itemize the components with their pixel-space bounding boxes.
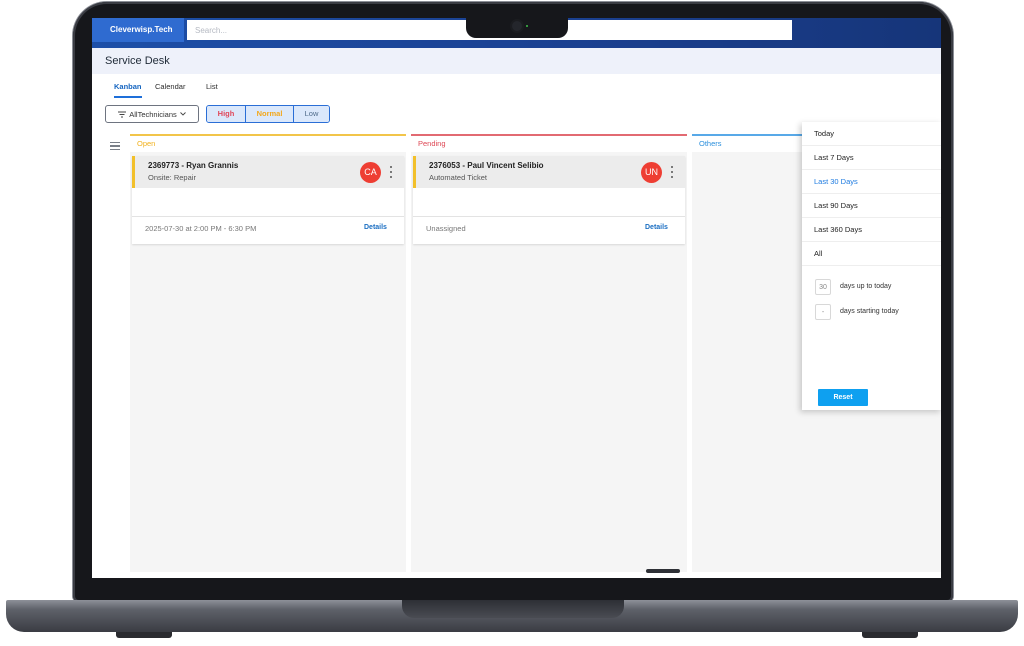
ticket-schedule: 2025-07-30 at 2:00 PM - 6:30 PM xyxy=(145,224,257,233)
camera-led xyxy=(526,25,528,27)
page-title: Service Desk xyxy=(105,55,170,67)
laptop-foot-right xyxy=(862,632,918,638)
ticket-title: 2376053 - Paul Vincent Selibio xyxy=(429,161,544,170)
ticket-card[interactable]: 2376053 - Paul Vincent Selibio Automated… xyxy=(413,156,685,244)
date-option-today[interactable]: Today xyxy=(802,122,941,146)
days-up-to-today-input[interactable]: 30 xyxy=(815,279,831,295)
date-option-last-7-days[interactable]: Last 7 Days xyxy=(802,146,941,170)
date-option-last-30-days[interactable]: Last 30 Days xyxy=(802,170,941,194)
technician-filter-label: AllTechnicians xyxy=(129,109,177,119)
kebab-menu-icon[interactable] xyxy=(390,166,393,178)
column-title: Pending xyxy=(411,134,687,152)
camera-notch xyxy=(466,18,568,38)
brand-logo[interactable]: Cleverwisp.Tech xyxy=(92,18,184,42)
reset-button[interactable]: Reset xyxy=(818,389,868,406)
filter-icon xyxy=(118,111,127,117)
avatar[interactable]: UN xyxy=(641,162,662,183)
card-divider xyxy=(413,216,685,217)
days-starting-today-input[interactable]: - xyxy=(815,304,831,320)
priority-low-button[interactable]: Low xyxy=(294,106,329,122)
avatar[interactable]: CA xyxy=(360,162,381,183)
laptop-base-groove xyxy=(402,600,624,618)
date-option-all[interactable]: All xyxy=(802,242,941,266)
kanban-column-pending: Pending 2376053 - Paul Vincent Selibio A… xyxy=(411,134,687,572)
tab-kanban[interactable]: Kanban xyxy=(114,82,142,98)
chevron-down-icon xyxy=(179,112,186,116)
screen: Cleverwisp.Tech Service Desk Kanban Cale… xyxy=(92,18,941,578)
date-option-last-90-days[interactable]: Last 90 Days xyxy=(802,194,941,218)
days-up-to-today-label: days up to today xyxy=(840,283,892,290)
days-starting-today-label: days starting today xyxy=(840,308,899,315)
date-range-dropdown: Today Last 7 Days Last 30 Days Last 90 D… xyxy=(802,122,941,410)
laptop-foot-left xyxy=(116,632,172,638)
card-divider xyxy=(132,216,404,217)
details-link[interactable]: Details xyxy=(645,224,668,231)
priority-high-button[interactable]: High xyxy=(207,106,246,122)
tab-list[interactable]: List xyxy=(206,82,218,96)
tab-calendar[interactable]: Calendar xyxy=(155,82,185,96)
kanban-column-open: Open 2369773 - Ryan Grannis Onsite: Repa… xyxy=(130,134,406,572)
ticket-card-header: 2369773 - Ryan Grannis Onsite: Repair CA xyxy=(132,156,404,188)
ticket-card-header: 2376053 - Paul Vincent Selibio Automated… xyxy=(413,156,685,188)
ticket-type: Onsite: Repair xyxy=(148,173,196,182)
technician-filter-button[interactable]: AllTechnicians xyxy=(105,105,199,123)
priority-filter: High Normal Low xyxy=(206,105,330,123)
ticket-card[interactable]: 2369773 - Ryan Grannis Onsite: Repair CA… xyxy=(132,156,404,244)
column-title: Open xyxy=(130,134,406,152)
hamburger-menu-icon[interactable] xyxy=(110,142,120,150)
priority-normal-button[interactable]: Normal xyxy=(246,106,294,122)
ticket-title: 2369773 - Ryan Grannis xyxy=(148,161,239,170)
date-option-last-360-days[interactable]: Last 360 Days xyxy=(802,218,941,242)
kebab-menu-icon[interactable] xyxy=(671,166,674,178)
horizontal-scroll-handle[interactable] xyxy=(646,569,680,573)
ticket-type: Automated Ticket xyxy=(429,173,487,182)
ticket-assignee: Unassigned xyxy=(426,224,466,233)
camera-icon xyxy=(512,21,522,31)
page-header: Service Desk xyxy=(92,48,941,74)
details-link[interactable]: Details xyxy=(364,224,387,231)
